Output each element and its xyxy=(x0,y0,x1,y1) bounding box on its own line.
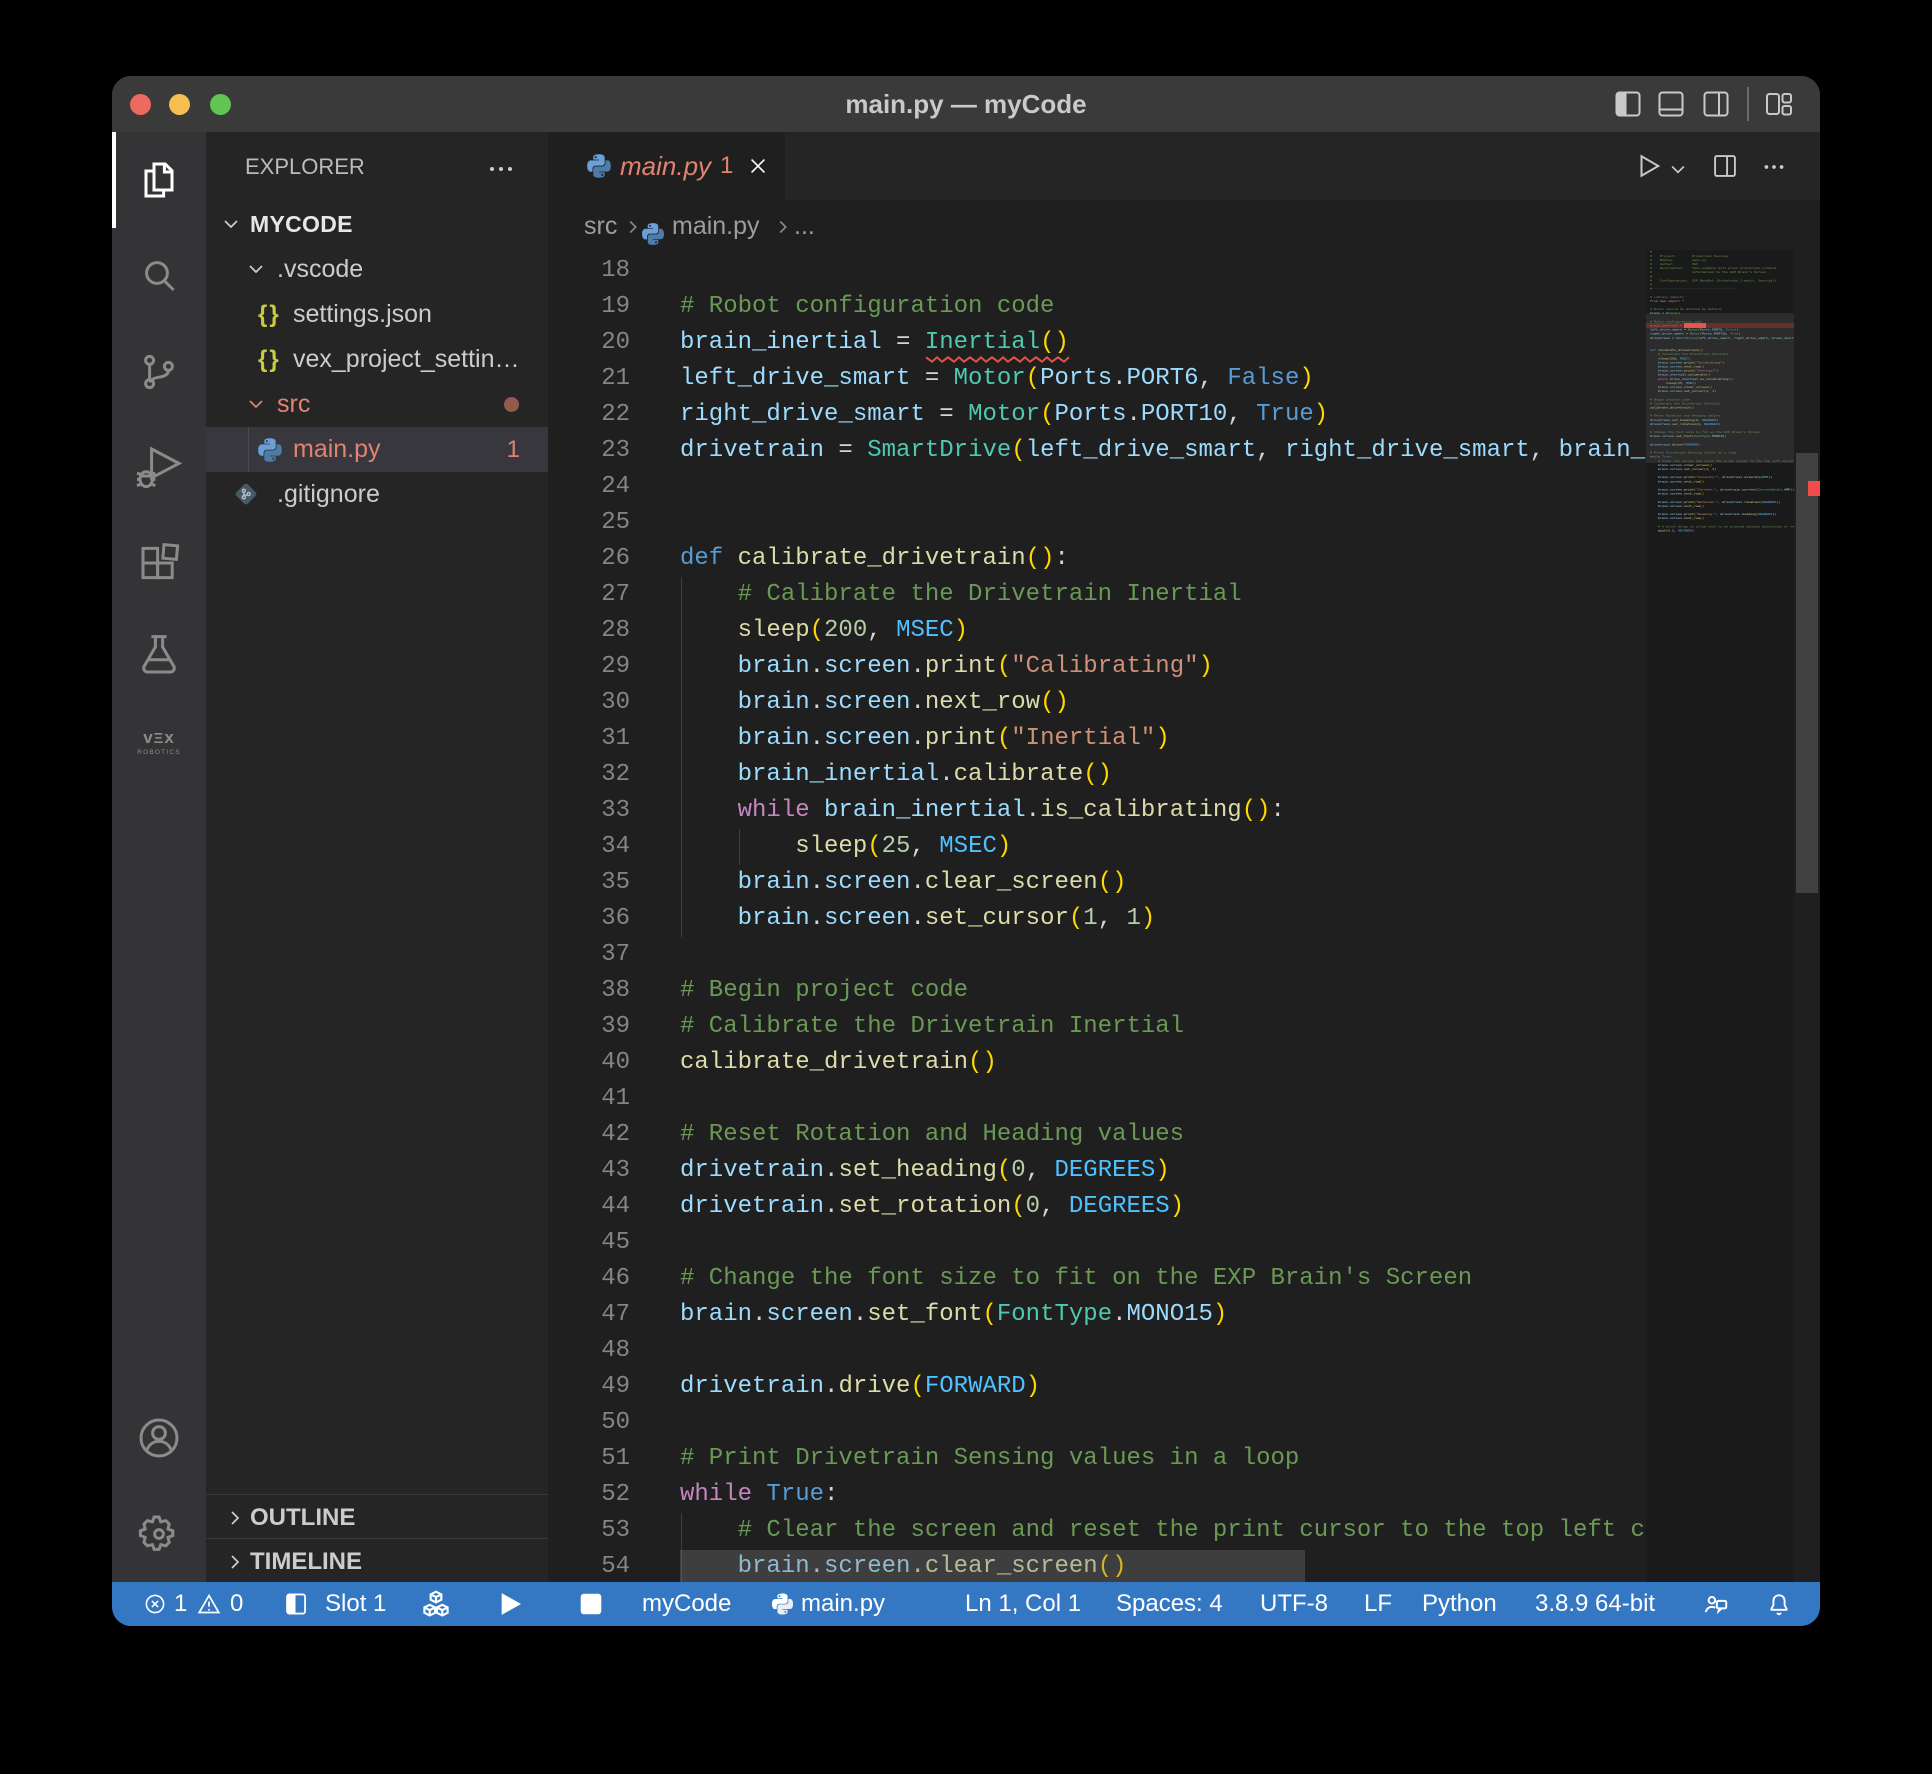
svg-text:ROBOTICS: ROBOTICS xyxy=(137,749,181,756)
svg-text:vΞx: vΞx xyxy=(143,728,175,747)
